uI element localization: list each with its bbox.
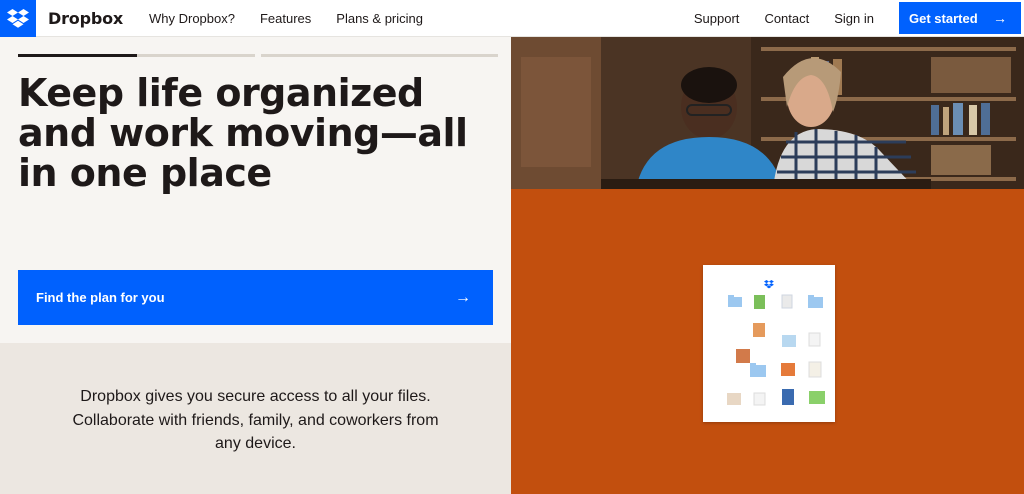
file-icon xyxy=(808,332,821,347)
description-text: Dropbox gives you secure access to all y… xyxy=(0,385,511,456)
nav-link-plans-pricing[interactable]: Plans & pricing xyxy=(336,11,423,26)
arrow-right-icon: → xyxy=(455,288,471,306)
headline-line: in one place xyxy=(18,151,272,195)
nav-links: Why Dropbox? Features Plans & pricing xyxy=(149,11,423,26)
folder-grid-illustration xyxy=(727,280,825,406)
description-line: any device. xyxy=(215,435,296,452)
description-panel: Dropbox gives you secure access to all y… xyxy=(0,343,511,494)
hero-photo xyxy=(511,37,1024,189)
nav-link-why-dropbox[interactable]: Why Dropbox? xyxy=(149,11,235,26)
carousel-progress xyxy=(18,54,498,57)
file-icon xyxy=(781,363,795,376)
dropbox-folder-window xyxy=(703,265,835,422)
headline-line: Keep life organized xyxy=(18,71,424,115)
brand-name[interactable]: Dropbox xyxy=(48,9,123,28)
description-line: Collaborate with friends, family, and co… xyxy=(72,411,439,429)
file-icon xyxy=(754,295,765,309)
find-plan-label: Find the plan for you xyxy=(36,290,165,305)
folder-icon xyxy=(808,295,823,308)
nav-right: Support Contact Sign in Get started → xyxy=(694,2,1024,34)
headline-line: and work moving—all xyxy=(18,111,468,155)
description-line: Dropbox gives you secure access to all y… xyxy=(80,388,431,405)
nav-link-support[interactable]: Support xyxy=(694,11,740,26)
file-icon xyxy=(782,335,796,347)
file-icon xyxy=(736,349,750,363)
get-started-button[interactable]: Get started → xyxy=(899,2,1021,34)
product-preview-panel xyxy=(511,189,1024,494)
carousel-segment-fill xyxy=(18,54,137,57)
dropbox-logo-icon xyxy=(764,280,774,289)
hero-panel: Keep life organized and work moving—all … xyxy=(0,37,511,343)
hero-photo-illustration xyxy=(511,37,1024,189)
top-nav: Dropbox Why Dropbox? Features Plans & pr… xyxy=(0,0,1024,37)
file-icon xyxy=(782,389,794,405)
carousel-segment[interactable] xyxy=(261,54,498,57)
file-icon xyxy=(808,361,822,378)
find-plan-button[interactable]: Find the plan for you → xyxy=(18,270,493,325)
get-started-label: Get started xyxy=(909,10,978,26)
file-icon xyxy=(781,294,793,309)
arrow-right-icon: → xyxy=(993,10,1007,26)
folder-icon xyxy=(750,363,766,377)
folder-icon xyxy=(728,295,742,307)
carousel-segment[interactable] xyxy=(18,54,255,57)
nav-link-contact[interactable]: Contact xyxy=(764,11,809,26)
file-icon xyxy=(753,392,766,406)
page-title: Keep life organized and work moving—all … xyxy=(18,73,508,193)
file-icon xyxy=(809,391,825,404)
nav-link-features[interactable]: Features xyxy=(260,11,311,26)
file-icon xyxy=(727,393,741,405)
file-icon xyxy=(753,323,765,337)
dropbox-logo-icon[interactable] xyxy=(0,0,36,37)
nav-link-sign-in[interactable]: Sign in xyxy=(834,11,874,26)
